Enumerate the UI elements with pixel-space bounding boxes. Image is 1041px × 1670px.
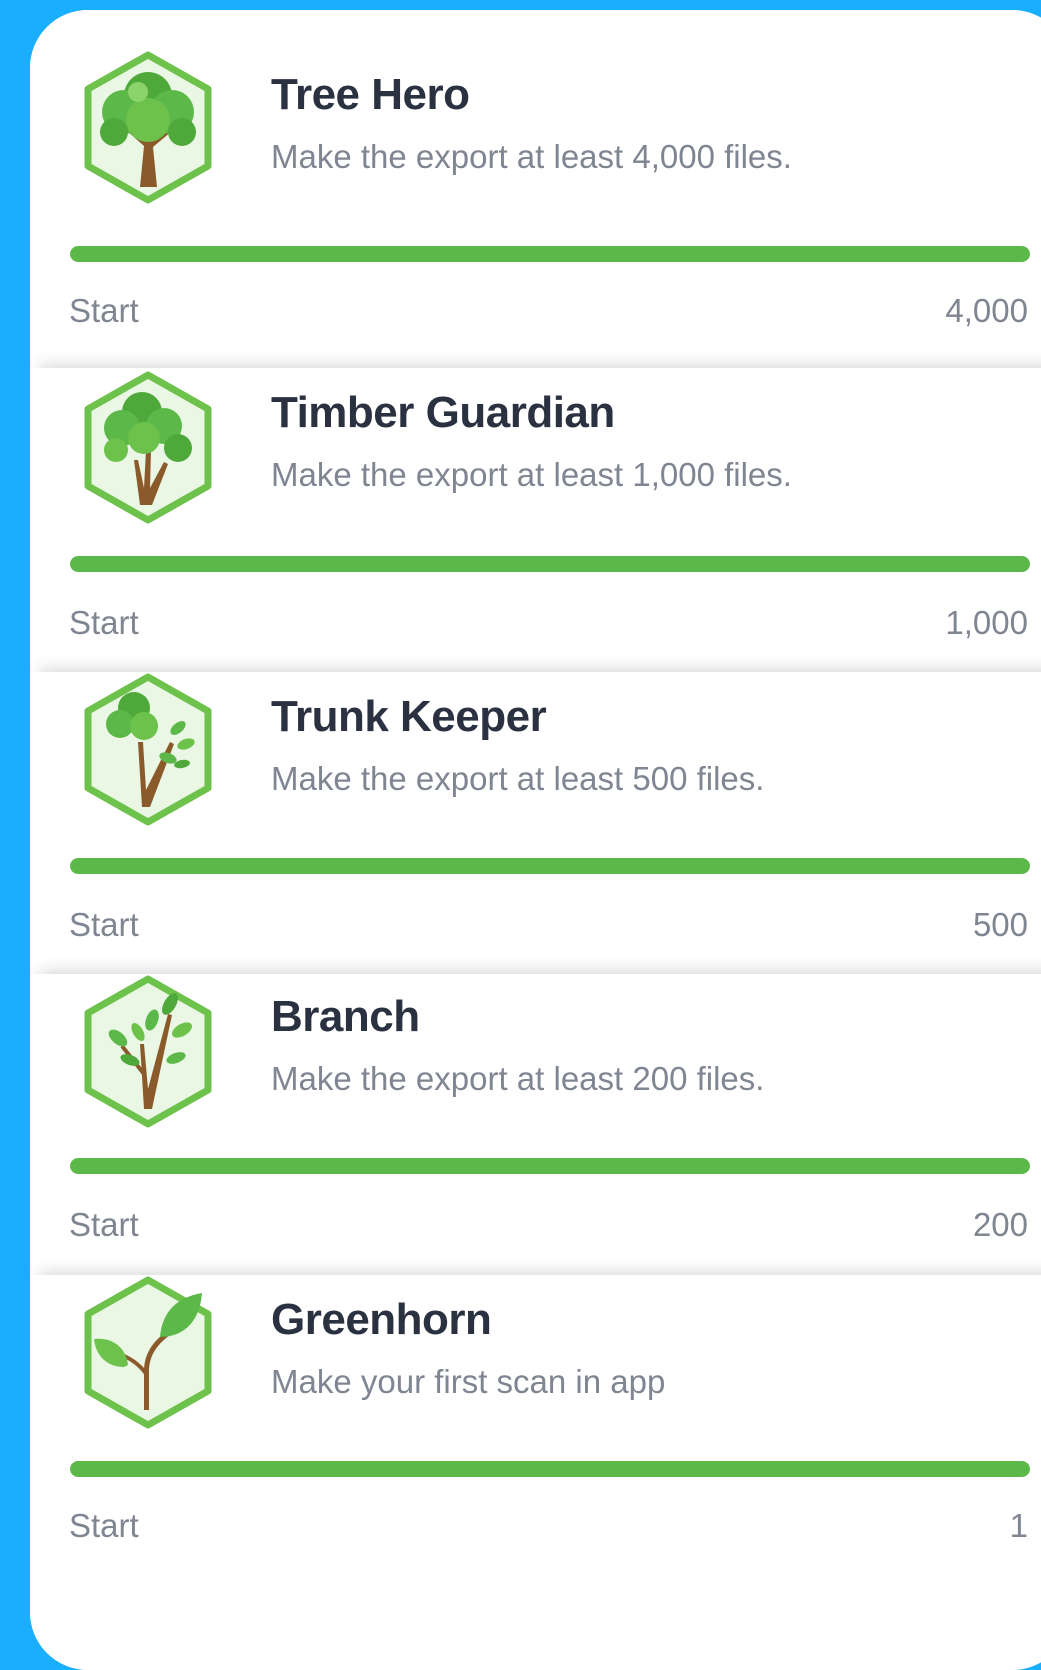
achievement-title: Trunk Keeper	[271, 692, 547, 741]
branch-icon	[78, 974, 218, 1129]
progress-goal-label: 1,000	[945, 604, 1028, 641]
tree-icon	[78, 370, 218, 525]
achievement-progress-bar	[70, 858, 1030, 874]
progress-start-label: Start	[69, 1507, 139, 1544]
young-tree-icon	[78, 672, 218, 827]
achievement-description: Make the export at least 500 files.	[271, 760, 765, 797]
achievement-description: Make the export at least 1,000 files.	[271, 456, 792, 493]
progress-fill	[70, 1461, 1030, 1477]
achievement-title: Tree Hero	[271, 70, 470, 119]
progress-start-label: Start	[69, 604, 139, 641]
achievement-progress-bar	[70, 246, 1030, 262]
progress-start-label: Start	[69, 906, 139, 943]
progress-fill	[70, 858, 1030, 874]
achievement-description: Make your first scan in app	[271, 1363, 666, 1400]
achievement-card-greenhorn[interactable]: Greenhorn Make your first scan in app St…	[30, 1275, 1041, 1670]
progress-start-label: Start	[69, 1206, 139, 1243]
progress-goal-label: 500	[972, 906, 1028, 943]
progress-fill	[70, 556, 1030, 572]
achievement-description: Make the export at least 200 files.	[271, 1060, 765, 1097]
achievement-description: Make the export at least 4,000 files.	[271, 138, 792, 175]
achievement-title: Greenhorn	[271, 1295, 492, 1344]
achievement-progress-bar	[70, 1158, 1030, 1174]
progress-goal-label: 1	[1009, 1507, 1028, 1544]
achievement-title: Timber Guardian	[271, 388, 615, 437]
progress-goal-label: 200	[972, 1206, 1028, 1243]
progress-fill	[70, 1158, 1030, 1174]
big-tree-icon	[78, 50, 218, 205]
achievement-card-tree-hero[interactable]: Tree Hero Make the export at least 4,000…	[30, 10, 1041, 375]
progress-start-label: Start	[69, 292, 139, 329]
progress-fill	[70, 246, 1030, 262]
achievement-title: Branch	[271, 992, 420, 1041]
achievement-progress-bar	[70, 556, 1030, 572]
achievements-sheet: Tree Hero Make the export at least 4,000…	[30, 10, 1041, 1670]
achievement-progress-bar	[70, 1461, 1030, 1477]
sprout-icon	[78, 1275, 218, 1430]
progress-goal-label: 4,000	[945, 292, 1028, 329]
